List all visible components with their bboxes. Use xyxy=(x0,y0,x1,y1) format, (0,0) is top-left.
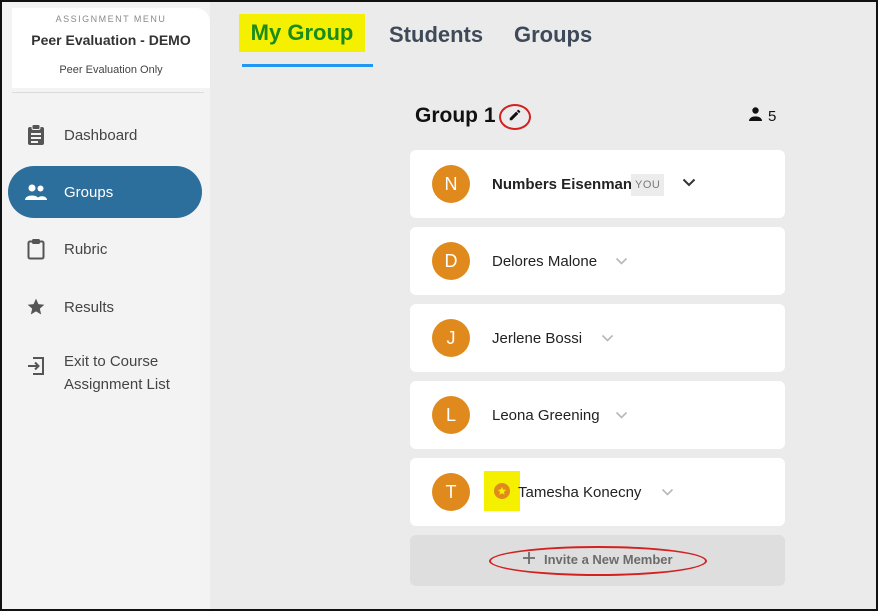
sidebar-item-label: Rubric xyxy=(64,240,108,258)
sidebar-item-results[interactable]: Results xyxy=(8,281,202,333)
people-icon xyxy=(8,184,64,200)
chevron-down-icon[interactable] xyxy=(661,488,674,496)
member-count-value: 5 xyxy=(768,107,777,125)
person-icon xyxy=(749,107,762,125)
clipboard-list-icon xyxy=(8,124,64,146)
sidebar-item-exit[interactable]: Exit to Course Assignment List xyxy=(8,350,202,406)
exit-icon xyxy=(8,350,64,376)
sidebar-item-label: Results xyxy=(64,298,115,316)
sidebar-item-groups[interactable]: Groups xyxy=(8,166,202,218)
app-window: ASSIGNMENT MENU Peer Evaluation - DEMO P… xyxy=(0,0,878,611)
member-card[interactable]: J Jerlene Bossi xyxy=(410,304,785,372)
member-name: Jerlene Bossi xyxy=(492,329,583,347)
avatar: N xyxy=(432,165,470,203)
chevron-down-icon[interactable] xyxy=(615,411,628,419)
chevron-down-icon[interactable] xyxy=(682,178,696,187)
active-tab-indicator xyxy=(242,64,373,67)
member-count: 5 xyxy=(749,107,776,125)
avatar: L xyxy=(432,396,470,434)
sidebar-item-label: Dashboard xyxy=(64,126,138,144)
member-name: Tamesha Konecny xyxy=(518,483,642,501)
tab-groups[interactable]: Groups xyxy=(514,22,592,48)
chevron-down-icon[interactable] xyxy=(615,257,628,265)
invite-content: Invite a New Member xyxy=(522,551,673,568)
pencil-icon xyxy=(508,108,522,127)
sidebar-item-rubric[interactable]: Rubric xyxy=(8,223,202,275)
menu-label: ASSIGNMENT MENU xyxy=(55,14,167,24)
assignment-header: ASSIGNMENT MENU Peer Evaluation - DEMO P… xyxy=(12,8,210,88)
invite-label: Invite a New Member xyxy=(544,552,673,567)
group-leader-badge xyxy=(484,471,520,511)
plus-icon xyxy=(522,551,536,568)
member-card[interactable]: L Leona Greening xyxy=(410,381,785,449)
sidebar-item-label: Exit to Course Assignment List xyxy=(64,353,170,393)
assignment-subtitle: Peer Evaluation Only xyxy=(59,64,163,76)
member-card[interactable]: T Tamesha Konecny xyxy=(410,458,785,526)
clipboard-icon xyxy=(8,238,64,260)
sidebar-item-dashboard[interactable]: Dashboard xyxy=(8,109,202,161)
chevron-down-icon[interactable] xyxy=(601,334,614,342)
member-name: Numbers Eisenman xyxy=(492,175,633,193)
you-badge: YOU xyxy=(631,174,665,196)
member-card[interactable]: D Delores Malone xyxy=(410,227,785,295)
assignment-title: Peer Evaluation - DEMO xyxy=(31,32,191,48)
avatar: D xyxy=(432,242,470,280)
sidebar-item-label: Groups xyxy=(64,183,114,201)
star-icon xyxy=(8,297,64,317)
avatar: J xyxy=(432,319,470,357)
group-title: Group 1 xyxy=(415,104,496,127)
member-name: Delores Malone xyxy=(492,252,598,270)
member-name: Leona Greening xyxy=(492,406,600,424)
star-icon xyxy=(494,483,510,499)
member-card[interactable]: N Numbers Eisenman YOU xyxy=(410,150,785,218)
edit-group-name-button[interactable] xyxy=(499,104,531,130)
sidebar-divider xyxy=(12,92,204,93)
sidebar: ASSIGNMENT MENU Peer Evaluation - DEMO P… xyxy=(2,2,210,609)
tab-my-group[interactable]: My Group xyxy=(239,14,365,52)
avatar: T xyxy=(432,473,470,511)
invite-member-button[interactable]: Invite a New Member xyxy=(410,535,785,586)
tab-students[interactable]: Students xyxy=(389,22,483,48)
